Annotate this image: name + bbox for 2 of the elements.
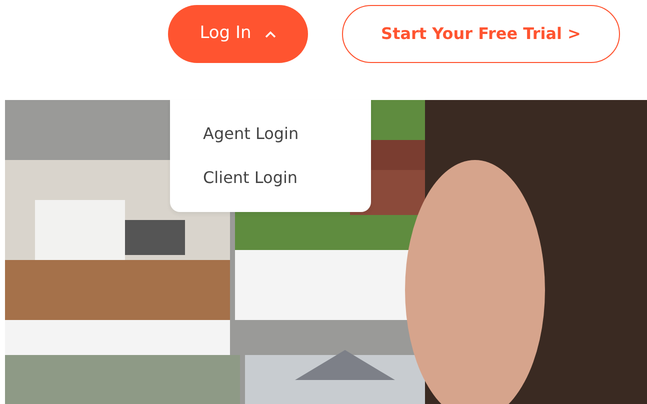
menu-item[interactable]: Agent Login: [170, 114, 371, 154]
menu-item[interactable]: Client Login: [170, 158, 371, 198]
